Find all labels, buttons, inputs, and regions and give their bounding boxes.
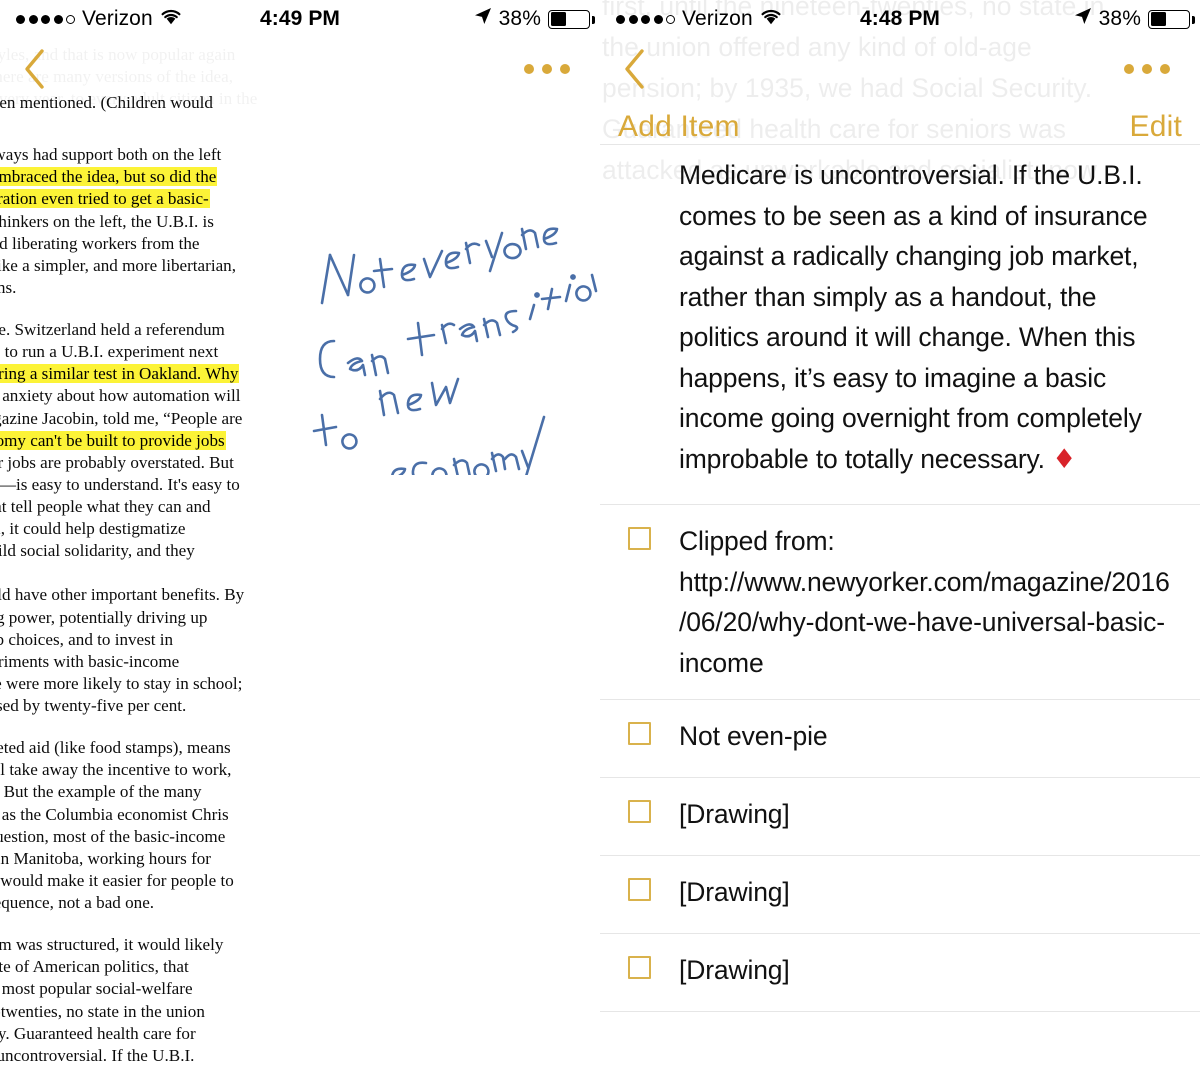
- list-item[interactable]: [Drawing]: [600, 856, 1200, 934]
- checkbox-cell: [600, 794, 679, 823]
- article-paragraph: w the program was structured, it would l…: [0, 935, 224, 1065]
- wifi-icon: [760, 7, 782, 31]
- right-status-battery-group: 38%: [972, 7, 1200, 31]
- list-item[interactable]: [Drawing]: [600, 934, 1200, 1012]
- article-text-region: a number often mentioned. (Children woul…: [0, 92, 600, 1067]
- battery-percent-label: 38%: [498, 7, 541, 30]
- list-item[interactable]: Not even-pie: [600, 700, 1200, 778]
- right-nav-bar: [600, 38, 1200, 100]
- checklist-toolbar: Add Item Edit: [600, 100, 1200, 154]
- highlighted-text: uther King embraced the idea, but so did…: [0, 167, 218, 187]
- dual-phone-screenshot: Verizon 4:49 PM 38% yles, and that is no…: [0, 0, 1200, 1067]
- chevron-left-icon[interactable]: [22, 48, 48, 90]
- list-item[interactable]: Clipped from: http://www.newyorker.com/m…: [600, 505, 1200, 700]
- wifi-icon: [160, 7, 182, 31]
- signal-strength-icon: [616, 14, 675, 24]
- list-item-label: [Drawing]: [679, 955, 790, 985]
- list-item-label: Not even-pie: [679, 721, 828, 751]
- article-paragraph: stead of targeted aid (like food stamps)…: [0, 738, 234, 912]
- add-item-button[interactable]: Add Item: [618, 110, 740, 144]
- carrier-label: Verizon: [682, 7, 753, 30]
- more-horizontal-icon[interactable]: [516, 56, 578, 82]
- article-paragraph: y, but it would have other important ben…: [0, 585, 245, 715]
- list-item-label: [Drawing]: [679, 799, 790, 829]
- list-item[interactable]: [Drawing]: [600, 778, 1200, 856]
- battery-icon: [1148, 9, 1195, 29]
- battery-percent-label: 38%: [1098, 7, 1141, 30]
- checkbox-icon[interactable]: [628, 527, 651, 550]
- red-diamond-icon: ♦: [1052, 443, 1077, 475]
- location-arrow-icon: [1074, 7, 1092, 31]
- article-paragraph: ime has come. Switzerland held a referen…: [0, 319, 304, 562]
- article-paragraph: is that it's always had support both on …: [0, 144, 304, 299]
- highlighted-text: hat the economy can't be built to provid…: [0, 430, 226, 450]
- more-horizontal-icon[interactable]: [1116, 56, 1178, 82]
- signal-strength-icon: [16, 14, 75, 24]
- checkbox-cell: [600, 716, 679, 745]
- highlighted-text: m, is sponsoring a similar test in Oakla…: [0, 364, 240, 384]
- left-phone-panel: Verizon 4:49 PM 38% yles, and that is no…: [0, 0, 600, 1067]
- left-nav-bar: [0, 38, 600, 100]
- clock-label: 4:48 PM: [859, 7, 941, 30]
- checklist: Medicare is uncontroversial. If the U.B.…: [600, 144, 1200, 1012]
- location-arrow-icon: [474, 7, 492, 31]
- checkbox-cell: [600, 950, 679, 979]
- left-status-carrier-group: Verizon: [0, 7, 228, 31]
- checkbox-icon[interactable]: [628, 956, 651, 979]
- chevron-left-icon[interactable]: [622, 48, 648, 90]
- list-item-label: [Drawing]: [679, 877, 790, 907]
- right-status-carrier-group: Verizon: [600, 7, 828, 31]
- checkbox-icon[interactable]: [628, 878, 651, 901]
- checkbox-cell: [600, 872, 679, 901]
- right-status-bar: Verizon 4:48 PM 38%: [600, 0, 1200, 38]
- left-status-bar: Verizon 4:49 PM 38%: [0, 0, 600, 38]
- right-phone-panel: first, until the nineteen-twenties, no s…: [600, 0, 1200, 1067]
- battery-icon: [548, 9, 595, 29]
- highlighted-text: on Administration even tried to get a ba…: [0, 189, 210, 209]
- note-body-text: Medicare is uncontroversial. If the U.B.…: [679, 160, 1148, 475]
- list-item-label: Clipped from: http://www.newyorker.com/m…: [679, 526, 1170, 678]
- checkbox-icon[interactable]: [628, 800, 651, 823]
- edit-button[interactable]: Edit: [1130, 110, 1183, 144]
- checkbox-cell: [600, 521, 679, 550]
- left-status-battery-group: 38%: [372, 7, 600, 31]
- carrier-label: Verizon: [82, 7, 153, 30]
- clock-label: 4:49 PM: [259, 7, 341, 30]
- checkbox-icon[interactable]: [628, 722, 651, 745]
- note-body-row: Medicare is uncontroversial. If the U.B.…: [600, 144, 1200, 505]
